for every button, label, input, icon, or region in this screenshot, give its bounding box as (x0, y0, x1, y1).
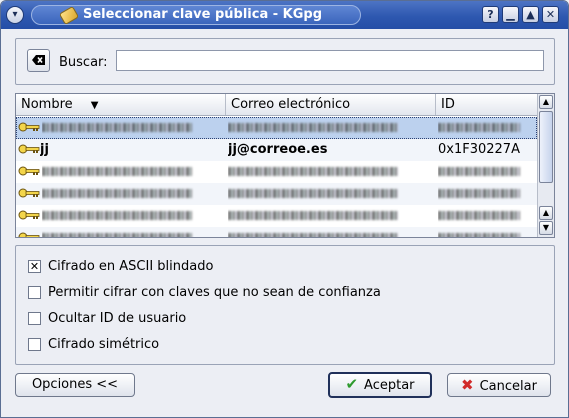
key-icon (18, 232, 40, 237)
window-menu-button[interactable]: ▾ (6, 6, 24, 24)
allow-untrusted-label: Permitir cifrar con claves que no sean d… (48, 285, 381, 300)
column-header-id[interactable]: ID (436, 94, 537, 115)
help-button[interactable]: ? (482, 6, 499, 23)
options-button[interactable]: Opciones << (15, 373, 135, 397)
obscured-text (228, 233, 398, 237)
options-button-label: Opciones << (31, 377, 119, 392)
key-list-header: Nombre ▼ Correo electrónico ID (16, 94, 537, 116)
obscured-text (228, 123, 398, 132)
obscured-text (438, 211, 520, 220)
obscured-text (42, 123, 192, 132)
key-icon (18, 122, 40, 132)
key-list[interactable]: Nombre ▼ Correo electrónico ID jj jj@corr… (15, 93, 555, 238)
maximize-button[interactable]: ▲ (522, 6, 539, 23)
key-id: 0x1F30227A (438, 142, 520, 157)
key-icon (18, 144, 40, 154)
key-row[interactable] (16, 205, 537, 227)
obscured-text (228, 189, 398, 198)
ascii-armor-label: Cifrado en ASCII blindado (48, 259, 214, 274)
column-header-email[interactable]: Correo electrónico (226, 94, 436, 115)
hide-user-id-checkbox[interactable] (28, 312, 41, 325)
obscured-text (228, 211, 398, 220)
symmetric-label: Cifrado simétrico (48, 337, 160, 352)
key-row[interactable]: jj jj@correoe.es 0x1F30227A (16, 139, 537, 161)
obscured-text (438, 123, 520, 132)
key-row[interactable] (16, 117, 537, 139)
column-email-label: Correo electrónico (231, 97, 351, 112)
key-row[interactable] (16, 183, 537, 205)
title-bar[interactable]: ▾ Seleccionar clave pública - KGpg ? ▁ ▲… (1, 1, 568, 29)
dialog-window: ▾ Seleccionar clave pública - KGpg ? ▁ ▲… (0, 0, 569, 418)
cancel-button[interactable]: ✖ Cancelar (447, 373, 551, 397)
accept-button[interactable]: ✔ Aceptar (328, 372, 432, 398)
clear-search-button[interactable] (27, 49, 50, 72)
key-icon (18, 188, 40, 198)
key-row[interactable] (16, 227, 537, 237)
scroll-up-button-bottom[interactable]: ▲ (539, 206, 553, 220)
obscured-text (42, 167, 192, 176)
key-icon (18, 166, 40, 176)
obscured-text (42, 233, 192, 237)
obscured-text (438, 167, 520, 176)
column-name-label: Nombre (21, 97, 73, 112)
ascii-armor-checkbox[interactable]: ✕ (28, 260, 41, 273)
obscured-text (42, 189, 192, 198)
obscured-text (42, 211, 192, 220)
obscured-text (438, 233, 520, 237)
symmetric-checkbox[interactable] (28, 338, 41, 351)
cancel-icon: ✖ (461, 376, 474, 394)
minimize-button[interactable]: ▁ (502, 6, 519, 23)
search-input[interactable] (116, 50, 544, 71)
clear-location-icon (31, 55, 45, 65)
allow-untrusted-checkbox[interactable] (28, 286, 41, 299)
search-label: Buscar: (59, 55, 108, 70)
accept-button-label: Aceptar (364, 378, 415, 393)
obscured-text (438, 189, 520, 198)
scroll-down-button[interactable]: ▼ (539, 221, 553, 235)
column-id-label: ID (441, 97, 455, 112)
close-button[interactable]: ✕ (542, 6, 559, 23)
sort-desc-icon: ▼ (90, 100, 99, 111)
search-panel: Buscar: (15, 38, 555, 85)
encryption-options-panel: ✕ Cifrado en ASCII blindado Permitir cif… (15, 245, 555, 365)
scroll-up-button[interactable]: ▲ (539, 95, 553, 109)
hide-user-id-label: Ocultar ID de usuario (48, 311, 187, 326)
key-email: jj@correoe.es (228, 142, 328, 157)
column-header-name[interactable]: Nombre ▼ (16, 94, 226, 115)
key-icon (18, 210, 40, 220)
key-name: jj (40, 142, 49, 157)
key-row[interactable] (16, 161, 537, 183)
scroll-thumb[interactable] (539, 111, 553, 183)
window-title: Seleccionar clave pública - KGpg (83, 7, 323, 22)
vertical-scrollbar[interactable]: ▲ ▲ ▼ (537, 94, 554, 237)
check-icon: ✔ (345, 375, 359, 393)
obscured-text (228, 167, 398, 176)
cancel-button-label: Cancelar (479, 379, 537, 394)
